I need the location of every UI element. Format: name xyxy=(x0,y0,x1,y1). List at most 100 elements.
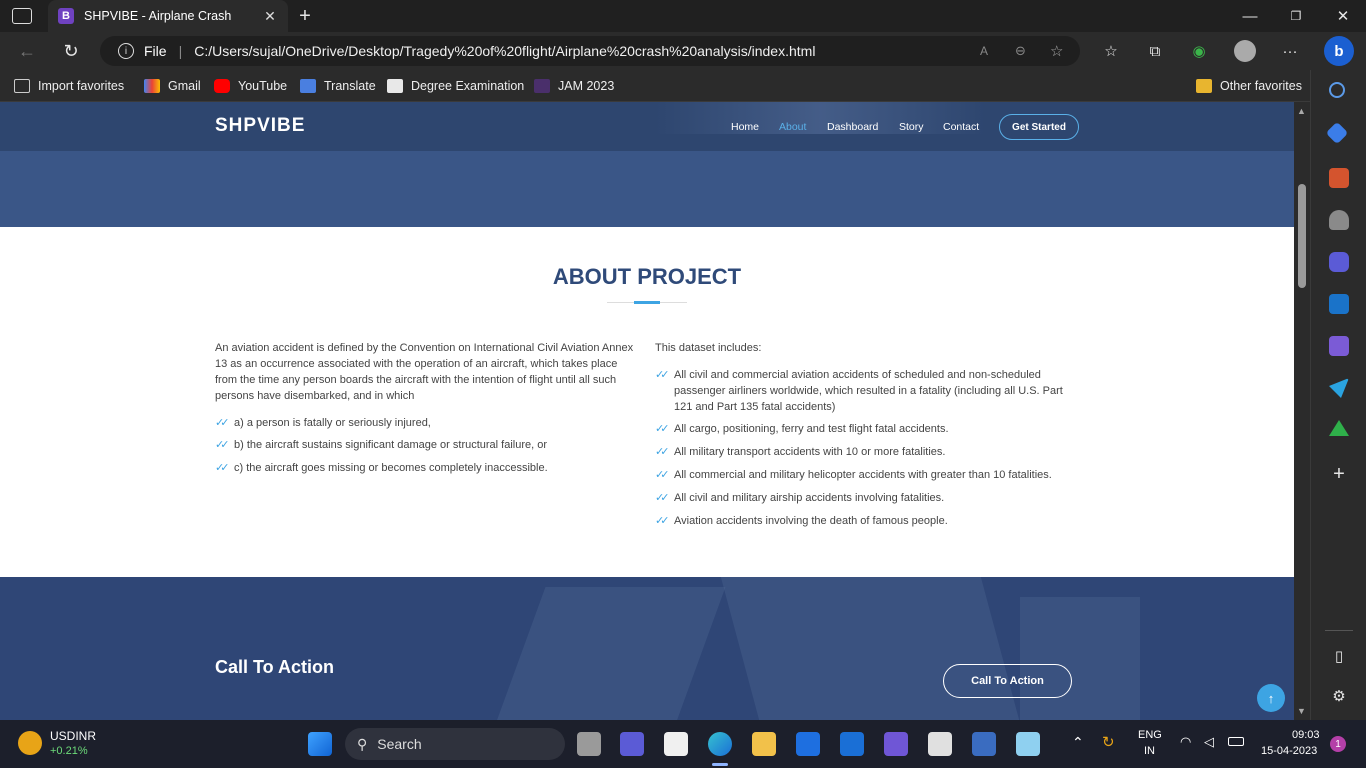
mysql-workbench-icon[interactable] xyxy=(972,732,996,756)
favorite-import[interactable]: Import favorites xyxy=(14,77,124,95)
nav-contact[interactable]: Contact xyxy=(943,121,979,133)
collections-icon[interactable]: ⧉ xyxy=(1144,40,1166,62)
site-info-icon[interactable]: i xyxy=(118,43,134,59)
favorite-jam[interactable]: JAM 2023 xyxy=(534,77,614,95)
jam-icon xyxy=(534,79,550,93)
microsoft365-icon[interactable] xyxy=(1329,252,1349,272)
sync-icon[interactable]: ↻ xyxy=(1102,733,1115,751)
scroll-up-icon[interactable]: ▲ xyxy=(1297,106,1306,116)
list-item-text: All commercial and military helicopter a… xyxy=(674,469,1052,481)
favorite-translate[interactable]: Translate xyxy=(300,77,376,95)
nav-dashboard[interactable]: Dashboard xyxy=(827,121,878,133)
new-tab-icon[interactable]: + xyxy=(294,5,316,27)
region-indicator: IN xyxy=(1144,745,1155,757)
list-item: ✓✓ All military transport accidents with … xyxy=(655,444,1075,460)
nav-about[interactable]: About xyxy=(779,121,806,133)
double-check-icon: ✓✓ xyxy=(215,439,229,451)
dropbox-icon[interactable] xyxy=(796,732,820,756)
close-tab-icon[interactable]: ✕ xyxy=(260,8,280,25)
favorite-degree-examination[interactable]: Degree Examination xyxy=(387,77,524,95)
search-label: Search xyxy=(377,736,422,752)
ticker-change: +0.21% xyxy=(50,745,88,757)
copilot-icon[interactable] xyxy=(884,732,908,756)
browser-tab[interactable]: B SHPVIBE - Airplane Crash ✕ xyxy=(48,0,288,32)
currency-widget-icon[interactable] xyxy=(18,731,42,755)
notification-badge[interactable]: 1 xyxy=(1330,736,1346,752)
scroll-down-icon[interactable]: ▼ xyxy=(1297,706,1306,716)
tree-icon[interactable] xyxy=(1329,420,1349,436)
clock-date: 15-04-2023 xyxy=(1261,745,1318,757)
nav-story[interactable]: Story xyxy=(899,121,924,133)
add-sidebar-app-icon[interactable]: + xyxy=(1329,463,1349,485)
wifi-icon[interactable]: ◠ xyxy=(1180,734,1191,750)
send-icon[interactable] xyxy=(1329,378,1349,398)
url-separator: | xyxy=(178,43,183,59)
youtube-icon xyxy=(214,79,230,93)
minimize-icon[interactable]: — xyxy=(1240,6,1260,26)
show-hidden-icons[interactable]: ⌃ xyxy=(1072,734,1084,751)
snowflake-app-icon[interactable] xyxy=(1016,732,1040,756)
get-started-button[interactable]: Get Started xyxy=(999,114,1079,140)
ticker-name[interactable]: USDINR xyxy=(50,729,96,743)
start-icon[interactable] xyxy=(308,732,332,756)
outlook-icon[interactable] xyxy=(1329,294,1349,314)
games-icon[interactable] xyxy=(1329,210,1349,230)
url-text[interactable]: C:/Users/sujal/OneDrive/Desktop/Tragedy%… xyxy=(194,43,815,59)
volume-icon[interactable]: ◁ xyxy=(1204,734,1214,750)
shopping-icon[interactable] xyxy=(1325,121,1349,145)
settings-more-icon[interactable]: ··· xyxy=(1279,40,1301,62)
nav-home[interactable]: Home xyxy=(731,121,759,133)
tab-bar: B SHPVIBE - Airplane Crash ✕ + — ❐ ✕ xyxy=(0,0,1366,32)
zoom-icon[interactable]: ⊖ xyxy=(1015,43,1026,59)
app-icon[interactable] xyxy=(928,732,952,756)
extensions-icon[interactable]: ◉ xyxy=(1188,40,1210,62)
language-indicator[interactable]: ENG xyxy=(1138,729,1162,741)
restore-icon[interactable]: ❐ xyxy=(1286,6,1306,26)
back-to-top-button[interactable]: ↑ xyxy=(1257,684,1285,712)
myhp-icon[interactable] xyxy=(840,732,864,756)
store-icon[interactable] xyxy=(664,732,688,756)
page-scrollbar[interactable]: ▲ ▼ xyxy=(1294,102,1310,720)
tools-icon[interactable] xyxy=(1329,168,1349,188)
favorite-gmail[interactable]: Gmail xyxy=(144,77,201,95)
refresh-icon[interactable]: ↻ xyxy=(60,40,82,62)
other-favorites[interactable]: Other favorites xyxy=(1196,77,1302,95)
battery-icon[interactable] xyxy=(1228,737,1244,746)
edge-icon[interactable] xyxy=(708,732,732,756)
close-window-icon[interactable]: ✕ xyxy=(1333,6,1353,26)
call-to-action-section: Call To Action Call To Action xyxy=(0,577,1294,720)
list-item: ✓✓ All civil and military airship acciden… xyxy=(655,490,1075,506)
teams-icon[interactable] xyxy=(620,732,644,756)
section-title: ABOUT PROJECT xyxy=(552,264,742,289)
call-to-action-button[interactable]: Call To Action xyxy=(943,664,1072,698)
add-favorite-icon[interactable]: ☆ xyxy=(1050,42,1063,60)
list-item-text: c) the aircraft goes missing or becomes … xyxy=(234,462,548,474)
clock-time[interactable]: 09:03 xyxy=(1292,729,1320,741)
read-aloud-icon[interactable]: A xyxy=(980,44,988,58)
site-logo[interactable]: SHPVIBE xyxy=(215,115,305,137)
double-check-icon: ✓✓ xyxy=(655,515,669,527)
designer-icon[interactable] xyxy=(1329,336,1349,356)
list-item: ✓✓ Aviation accidents involving the death… xyxy=(655,513,1075,529)
url-scheme: File xyxy=(144,43,167,59)
windows-taskbar: USDINR +0.21% ⚲ Search ⌃ ↻ ENG IN ◠ ◁ 09… xyxy=(0,720,1366,768)
hide-sidebar-icon[interactable]: ▯ xyxy=(1329,646,1349,666)
favorite-label: Degree Examination xyxy=(411,79,525,93)
taskbar-search[interactable]: ⚲ Search xyxy=(345,728,565,760)
file-explorer-icon[interactable] xyxy=(752,732,776,756)
task-view-icon[interactable] xyxy=(577,732,601,756)
search-icon[interactable] xyxy=(1329,82,1345,98)
address-bar[interactable]: i File | C:/Users/sujal/OneDrive/Desktop… xyxy=(100,36,1080,66)
scrollbar-thumb[interactable] xyxy=(1298,184,1306,288)
other-favorites-label: Other favorites xyxy=(1220,79,1302,93)
tab-actions-icon[interactable] xyxy=(12,8,32,24)
sidebar-settings-icon[interactable]: ⚙ xyxy=(1329,686,1349,706)
back-icon[interactable]: ← xyxy=(16,40,38,62)
favorite-label: JAM 2023 xyxy=(558,79,615,93)
bing-chat-icon[interactable]: b xyxy=(1324,36,1354,66)
profile-avatar[interactable] xyxy=(1234,40,1256,62)
double-check-icon: ✓✓ xyxy=(215,417,229,429)
favorite-youtube[interactable]: YouTube xyxy=(214,77,287,95)
favorites-icon[interactable]: ☆ xyxy=(1100,40,1122,62)
favorite-label: Gmail xyxy=(168,79,201,93)
